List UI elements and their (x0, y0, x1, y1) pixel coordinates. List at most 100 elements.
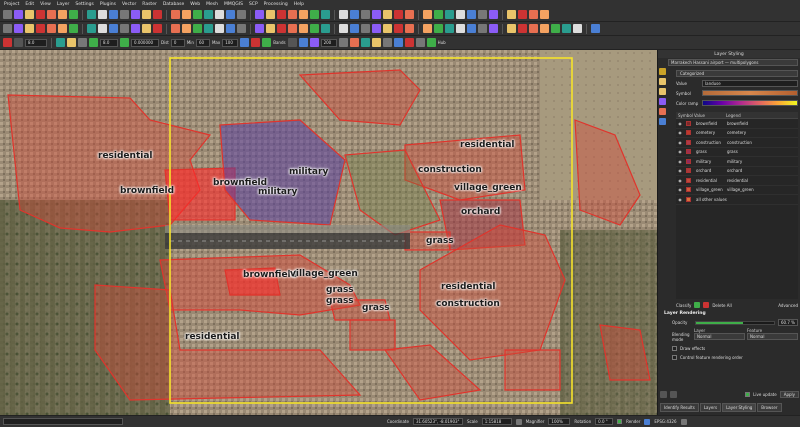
visibility-icon[interactable]: ◉ (676, 168, 684, 173)
main-tool-icon[interactable] (153, 10, 162, 19)
menu-raster[interactable]: Raster (142, 2, 157, 7)
raster-icon[interactable] (3, 38, 12, 47)
main-tool-icon[interactable] (14, 10, 23, 19)
class-symbol-swatch[interactable] (686, 168, 691, 174)
visibility-icon[interactable]: ◉ (676, 197, 684, 202)
edit-tool-icon[interactable] (182, 24, 191, 33)
opacity-slider[interactable] (695, 320, 775, 325)
main-tool-icon[interactable] (445, 10, 454, 19)
class-row[interactable]: ◉ all other values (676, 195, 798, 205)
class-symbol-swatch[interactable] (686, 177, 691, 183)
main-tool-icon[interactable] (394, 10, 403, 19)
main-tool-icon[interactable] (507, 10, 516, 19)
redo-icon[interactable] (670, 390, 677, 398)
edit-tool-icon[interactable] (591, 24, 600, 33)
edit-tool-icon[interactable] (14, 24, 23, 33)
main-tool-icon[interactable] (36, 10, 45, 19)
edit-tool-icon[interactable] (361, 24, 370, 33)
edit-tool-icon[interactable] (142, 24, 151, 33)
renderer-select[interactable]: Categorized (676, 70, 798, 77)
visibility-icon[interactable]: ◉ (676, 159, 684, 164)
control-order-checkbox[interactable] (672, 355, 677, 360)
menu-view[interactable]: View (40, 2, 51, 7)
crs-label[interactable]: EPSG:4326 (654, 419, 676, 424)
star-icon[interactable] (67, 38, 76, 47)
grid-icon[interactable] (287, 38, 297, 47)
symbology-icon[interactable] (659, 68, 666, 75)
main-tool-icon[interactable] (131, 10, 140, 19)
edit-tool-icon[interactable] (255, 24, 264, 33)
layer-icon[interactable] (14, 38, 23, 47)
visibility-icon[interactable]: ◉ (676, 140, 684, 145)
menu-mesh[interactable]: Mesh (206, 2, 218, 7)
menu-edit[interactable]: Edit (25, 2, 34, 7)
gear-icon[interactable] (415, 38, 425, 47)
edit-tool-icon[interactable] (478, 24, 487, 33)
class-row[interactable]: ◉ cemetery cemetery (676, 129, 798, 138)
visibility-icon[interactable]: ◉ (676, 187, 684, 192)
class-symbol-swatch[interactable] (686, 149, 691, 155)
layer-select[interactable]: Marrakech Hassani airport — multipolygon… (668, 59, 798, 66)
edit-tool-icon[interactable] (456, 24, 465, 33)
messages-icon[interactable] (680, 418, 687, 425)
class-row[interactable]: ◉ village_green village_green (676, 186, 798, 195)
value-field[interactable]: 8.0 (100, 38, 118, 47)
edit-tool-icon[interactable] (266, 24, 275, 33)
zoom-icon[interactable] (298, 38, 308, 47)
class-symbol-swatch[interactable] (686, 120, 691, 126)
eye-icon[interactable] (240, 38, 250, 47)
labels-icon[interactable] (659, 78, 666, 85)
rotation-field[interactable]: 0.0 ° (595, 418, 614, 425)
visibility-icon[interactable]: ◉ (676, 149, 684, 154)
diagram-icon[interactable] (659, 108, 666, 115)
edit-tool-icon[interactable] (434, 24, 443, 33)
dist-field[interactable]: 0 (170, 38, 185, 47)
edit-tool-icon[interactable] (47, 24, 56, 33)
main-tool-icon[interactable] (3, 10, 12, 19)
wrench-icon[interactable] (382, 38, 392, 47)
edit-tool-icon[interactable] (109, 24, 118, 33)
class-row[interactable]: ◉ construction construction (676, 138, 798, 148)
visibility-icon[interactable]: ◉ (676, 130, 684, 135)
edit-tool-icon[interactable] (25, 24, 34, 33)
class-row[interactable]: ◉ brownfield brownfield (676, 119, 798, 129)
classify-label[interactable]: Classify (676, 303, 691, 308)
edit-tool-icon[interactable] (339, 24, 348, 33)
edit-tool-icon[interactable] (423, 24, 432, 33)
visibility-icon[interactable]: ◉ (676, 178, 684, 183)
edit-tool-icon[interactable] (69, 24, 78, 33)
menu-processing[interactable]: Processing (264, 2, 288, 7)
tool-icon[interactable] (338, 38, 348, 47)
main-tool-icon[interactable] (277, 10, 286, 19)
edit-tool-icon[interactable] (372, 24, 381, 33)
main-tool-icon[interactable] (310, 10, 319, 19)
main-tool-icon[interactable] (372, 10, 381, 19)
main-tool-icon[interactable] (361, 10, 370, 19)
main-tool-icon[interactable] (98, 10, 107, 19)
main-tool-icon[interactable] (467, 10, 476, 19)
render-checkbox[interactable] (617, 419, 623, 424)
main-tool-icon[interactable] (339, 10, 348, 19)
mask-icon[interactable] (659, 88, 666, 95)
menu-layer[interactable]: Layer (57, 2, 70, 7)
main-tool-icon[interactable] (142, 10, 151, 19)
locator-field[interactable] (3, 418, 123, 425)
edit-tool-icon[interactable] (58, 24, 67, 33)
edit-tool-icon[interactable] (153, 24, 162, 33)
edit-tool-icon[interactable] (215, 24, 224, 33)
edit-tool-icon[interactable] (467, 24, 476, 33)
main-tool-icon[interactable] (434, 10, 443, 19)
class-symbol-swatch[interactable] (686, 196, 691, 202)
class-symbol-swatch[interactable] (686, 187, 691, 193)
edit-tool-icon[interactable] (562, 24, 571, 33)
hist-icon[interactable] (349, 38, 359, 47)
main-tool-icon[interactable] (58, 10, 67, 19)
lock-icon[interactable] (515, 418, 522, 425)
pin-icon[interactable] (371, 38, 381, 47)
main-tool-icon[interactable] (226, 10, 235, 19)
edit-tool-icon[interactable] (131, 24, 140, 33)
main-tool-icon[interactable] (215, 10, 224, 19)
main-tool-icon[interactable] (405, 10, 414, 19)
coordinate-field[interactable]: 31.60523°, -8.01903° (412, 418, 463, 425)
min-field[interactable]: 60 (195, 38, 210, 47)
